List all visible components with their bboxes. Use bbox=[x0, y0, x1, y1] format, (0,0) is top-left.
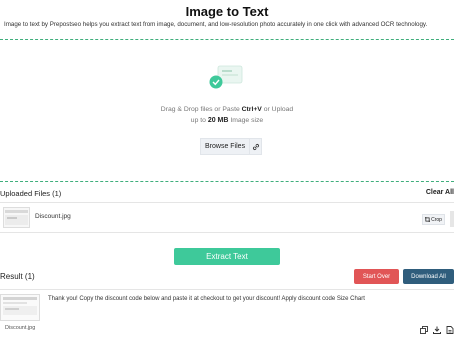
result-actions bbox=[419, 325, 454, 335]
paste-shortcut: Ctrl+V bbox=[241, 106, 262, 113]
result-thumbnail bbox=[0, 294, 40, 321]
crop-icon bbox=[425, 217, 431, 222]
upload-dropzone[interactable]: Drag & Drop files or Paste Ctrl+V or Upl… bbox=[0, 39, 454, 182]
file-thumbnail bbox=[3, 207, 30, 228]
dropzone-instructions: Drag & Drop files or Paste Ctrl+V or Upl… bbox=[160, 106, 294, 124]
divider bbox=[0, 202, 454, 203]
clear-all-button[interactable]: Clear All bbox=[426, 189, 454, 196]
result-title: Result (1) bbox=[0, 272, 35, 281]
start-over-button[interactable]: Start Over bbox=[354, 269, 399, 284]
browse-files-button[interactable]: Browse Files bbox=[200, 138, 251, 155]
upload-illustration-icon bbox=[209, 65, 243, 89]
link-icon bbox=[252, 143, 259, 150]
page-title: Image to Text bbox=[185, 4, 269, 19]
crop-button[interactable]: Crop bbox=[422, 214, 445, 225]
row-scroll-handle[interactable] bbox=[450, 211, 454, 227]
file-name: Discount.jpg bbox=[35, 213, 71, 220]
file-icon[interactable] bbox=[445, 325, 454, 334]
download-all-button[interactable]: Download All bbox=[403, 269, 454, 284]
extract-text-button[interactable]: Extract Text bbox=[174, 248, 280, 265]
divider bbox=[0, 232, 454, 233]
size-limit: 20 MB bbox=[207, 117, 229, 124]
extracted-text[interactable]: Thank you! Copy the discount code below … bbox=[48, 296, 448, 302]
uploaded-file-row: Discount.jpg Crop bbox=[0, 205, 454, 231]
download-icon[interactable] bbox=[432, 325, 441, 334]
uploaded-files-title: Uploaded Files (1) bbox=[0, 189, 62, 198]
result-file-name: Discount.jpg bbox=[5, 325, 36, 331]
copy-icon[interactable] bbox=[419, 325, 428, 334]
divider bbox=[0, 289, 454, 290]
uploaded-files-header: Uploaded Files (1) Clear All bbox=[0, 189, 454, 199]
paste-link-button[interactable] bbox=[250, 138, 263, 155]
browse-group: Browse Files bbox=[200, 138, 263, 155]
page-subtitle: Image to text by Prepostseo helps you ex… bbox=[4, 21, 428, 28]
crop-label: Crop bbox=[431, 216, 442, 223]
